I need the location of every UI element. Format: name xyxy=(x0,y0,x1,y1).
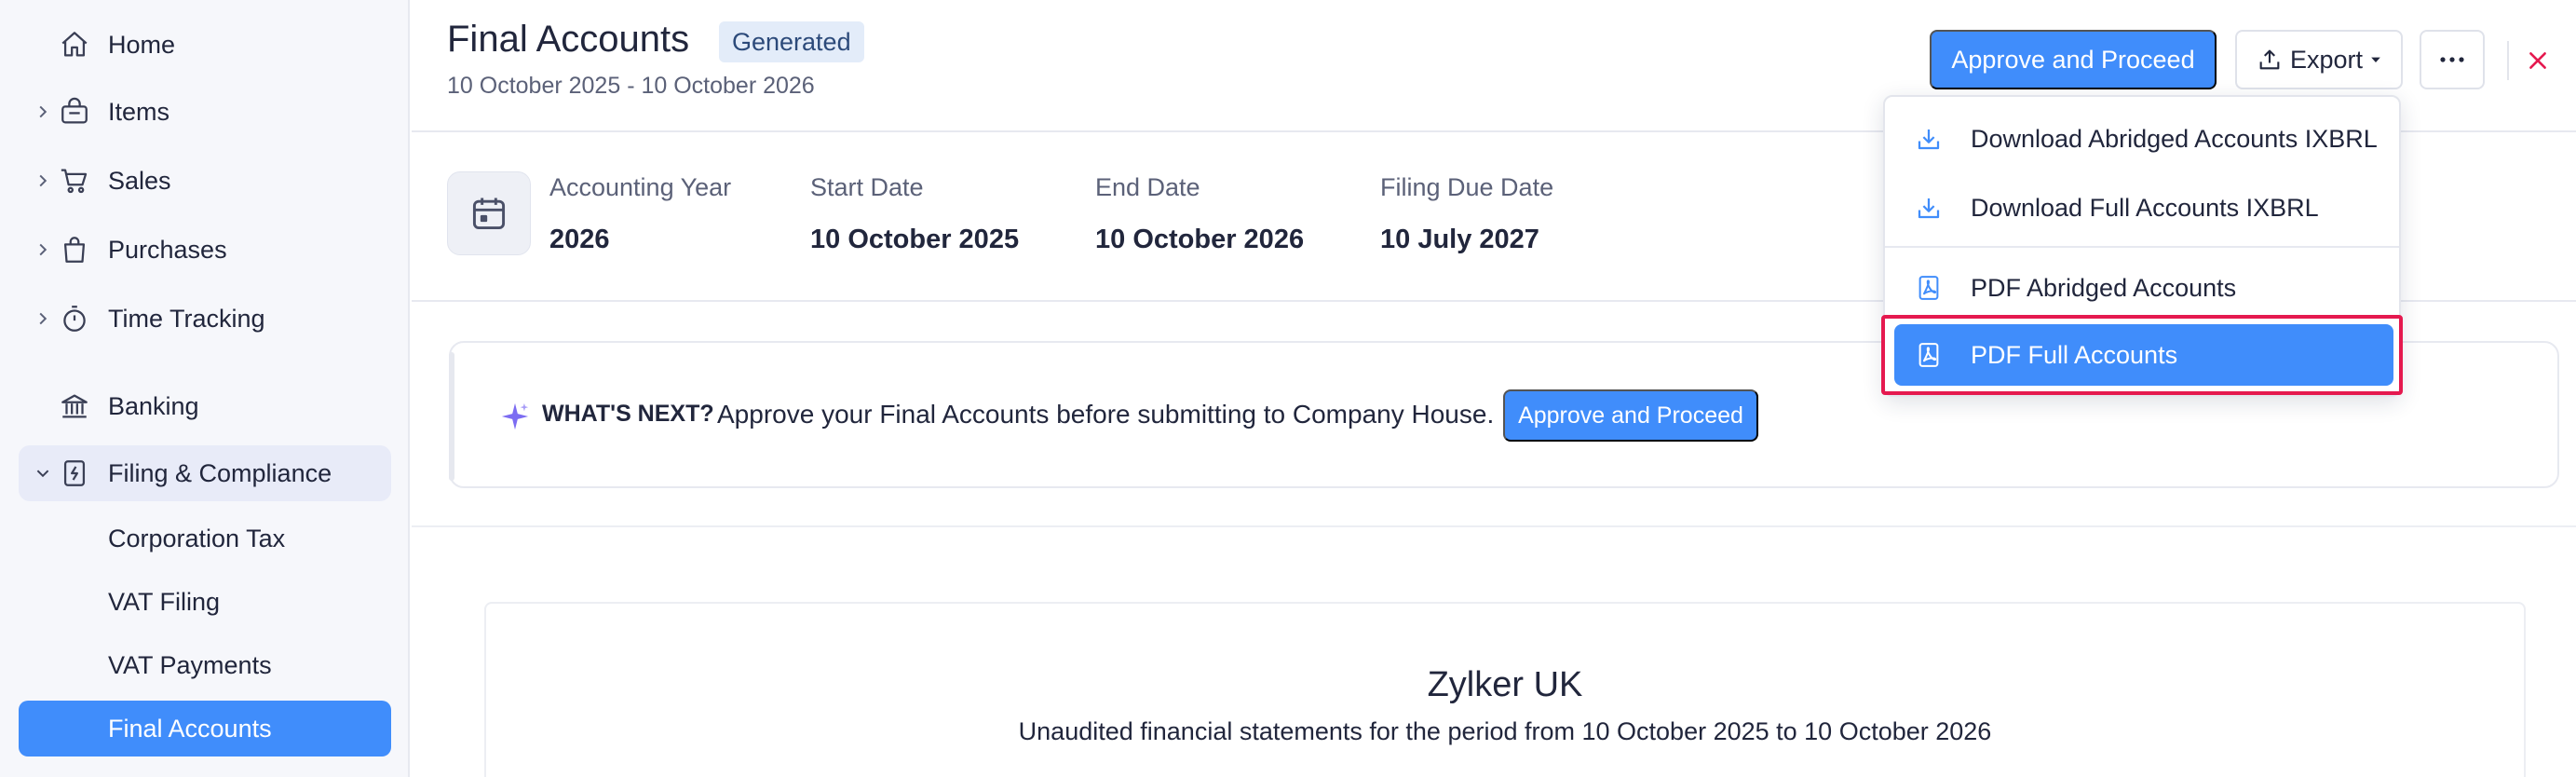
close-icon xyxy=(2526,48,2550,73)
start-date-value: 10 October 2025 xyxy=(810,225,1020,254)
company-name: Zylker UK xyxy=(1427,665,1583,704)
highlight-frame xyxy=(1881,315,2403,395)
approve-and-proceed-inline-button[interactable]: Approve and Proceed xyxy=(1503,389,1758,442)
statement-preview: Zylker UK Unaudited financial statements… xyxy=(484,602,2526,777)
sidebar: Home Items Sales Purchases Time Tracking… xyxy=(0,0,410,777)
chevron-right-icon[interactable] xyxy=(34,240,52,259)
home-icon xyxy=(56,26,93,63)
stopwatch-icon xyxy=(56,300,93,337)
menu-divider xyxy=(1885,246,2399,248)
calendar-badge xyxy=(447,171,531,255)
sidebar-item-banking[interactable]: Banking xyxy=(19,378,391,434)
sidebar-item-label: Time Tracking xyxy=(108,304,265,333)
header-divider xyxy=(2507,41,2509,80)
approve-and-proceed-button[interactable]: Approve and Proceed xyxy=(1930,30,2217,89)
end-date-value: 10 October 2026 xyxy=(1095,225,1305,254)
sidebar-subitem-final-accounts[interactable]: Final Accounts xyxy=(19,701,391,757)
menu-item-label: Download Full Accounts IXBRL xyxy=(1971,193,2319,222)
download-icon xyxy=(1913,192,1945,224)
export-label: Export xyxy=(2289,45,2364,74)
bank-icon xyxy=(56,388,93,425)
sidebar-item-label: Items xyxy=(108,97,170,126)
sparkle-icon xyxy=(499,401,531,437)
filing-due-value: 10 July 2027 xyxy=(1380,225,1539,254)
pdf-icon xyxy=(1913,272,1945,304)
accounting-year-label: Accounting Year xyxy=(549,173,732,201)
sidebar-subitem-vat-payments[interactable]: VAT Payments xyxy=(19,637,391,693)
upload-icon xyxy=(2257,47,2283,73)
export-button[interactable]: Export xyxy=(2235,30,2403,89)
calendar-icon xyxy=(468,193,509,234)
chevron-down-icon[interactable] xyxy=(34,464,52,483)
filing-icon xyxy=(56,455,93,492)
sidebar-subitem-label: VAT Payments xyxy=(108,650,272,679)
accounting-year-value: 2026 xyxy=(549,225,610,254)
close-button[interactable] xyxy=(2518,41,2557,80)
sidebar-item-home[interactable]: Home xyxy=(19,17,391,73)
sidebar-item-label: Home xyxy=(108,30,176,59)
start-date-block: Start Date 10 October 2025 xyxy=(810,173,1019,255)
bag-icon xyxy=(56,231,93,268)
menu-item-label: Download Abridged Accounts IXBRL xyxy=(1971,124,2378,153)
sidebar-item-sales[interactable]: Sales xyxy=(19,153,391,209)
menu-item-pdf-abridged[interactable]: PDF Abridged Accounts xyxy=(1894,257,2393,319)
ellipsis-icon xyxy=(2438,56,2466,63)
basket-icon xyxy=(56,93,93,130)
statement-subtitle: Unaudited financial statements for the p… xyxy=(1018,717,1992,745)
section-divider xyxy=(412,525,2576,527)
end-date-label: End Date xyxy=(1095,173,1200,201)
chevron-right-icon[interactable] xyxy=(34,102,52,121)
chevron-right-icon[interactable] xyxy=(34,171,52,190)
sidebar-item-label: Filing & Compliance xyxy=(108,458,332,487)
download-icon xyxy=(1913,123,1945,155)
end-date-block: End Date 10 October 2026 xyxy=(1095,173,1304,255)
menu-item-label: PDF Abridged Accounts xyxy=(1971,273,2237,302)
more-options-button[interactable] xyxy=(2420,30,2485,89)
sidebar-item-purchases[interactable]: Purchases xyxy=(19,222,391,278)
accounting-year-block: Accounting Year 2026 xyxy=(549,173,731,255)
sidebar-item-label: Sales xyxy=(108,166,171,195)
page-title: Final Accounts xyxy=(447,19,690,60)
sidebar-subitem-corporation-tax[interactable]: Corporation Tax xyxy=(19,511,391,566)
whats-next-text: Approve your Final Accounts before submi… xyxy=(717,400,1495,429)
filing-due-block: Filing Due Date 10 July 2027 xyxy=(1380,173,1553,255)
cart-icon xyxy=(56,162,93,199)
card-accent xyxy=(449,352,454,481)
start-date-label: Start Date xyxy=(810,173,924,201)
menu-item-download-abridged-ixbrl[interactable]: Download Abridged Accounts IXBRL xyxy=(1894,108,2393,170)
sidebar-item-label: Purchases xyxy=(108,235,227,264)
status-badge: Generated xyxy=(719,21,864,62)
whats-next-title: WHAT'S NEXT? xyxy=(542,401,714,427)
sidebar-item-filing-compliance[interactable]: Filing & Compliance xyxy=(19,445,391,501)
sidebar-item-items[interactable]: Items xyxy=(19,84,391,140)
sidebar-item-time-tracking[interactable]: Time Tracking xyxy=(19,291,391,347)
chevron-right-icon[interactable] xyxy=(34,309,52,328)
menu-item-download-full-ixbrl[interactable]: Download Full Accounts IXBRL xyxy=(1894,177,2393,239)
caret-down-icon xyxy=(2370,54,2381,65)
period-range: 10 October 2025 - 10 October 2026 xyxy=(447,73,815,99)
sidebar-subitem-vat-filing[interactable]: VAT Filing xyxy=(19,574,391,630)
sidebar-subitem-label: Final Accounts xyxy=(108,714,272,743)
filing-due-label: Filing Due Date xyxy=(1380,173,1554,201)
sidebar-item-label: Banking xyxy=(108,391,199,420)
sidebar-subitem-label: Corporation Tax xyxy=(108,524,286,552)
sidebar-subitem-label: VAT Filing xyxy=(108,587,221,616)
